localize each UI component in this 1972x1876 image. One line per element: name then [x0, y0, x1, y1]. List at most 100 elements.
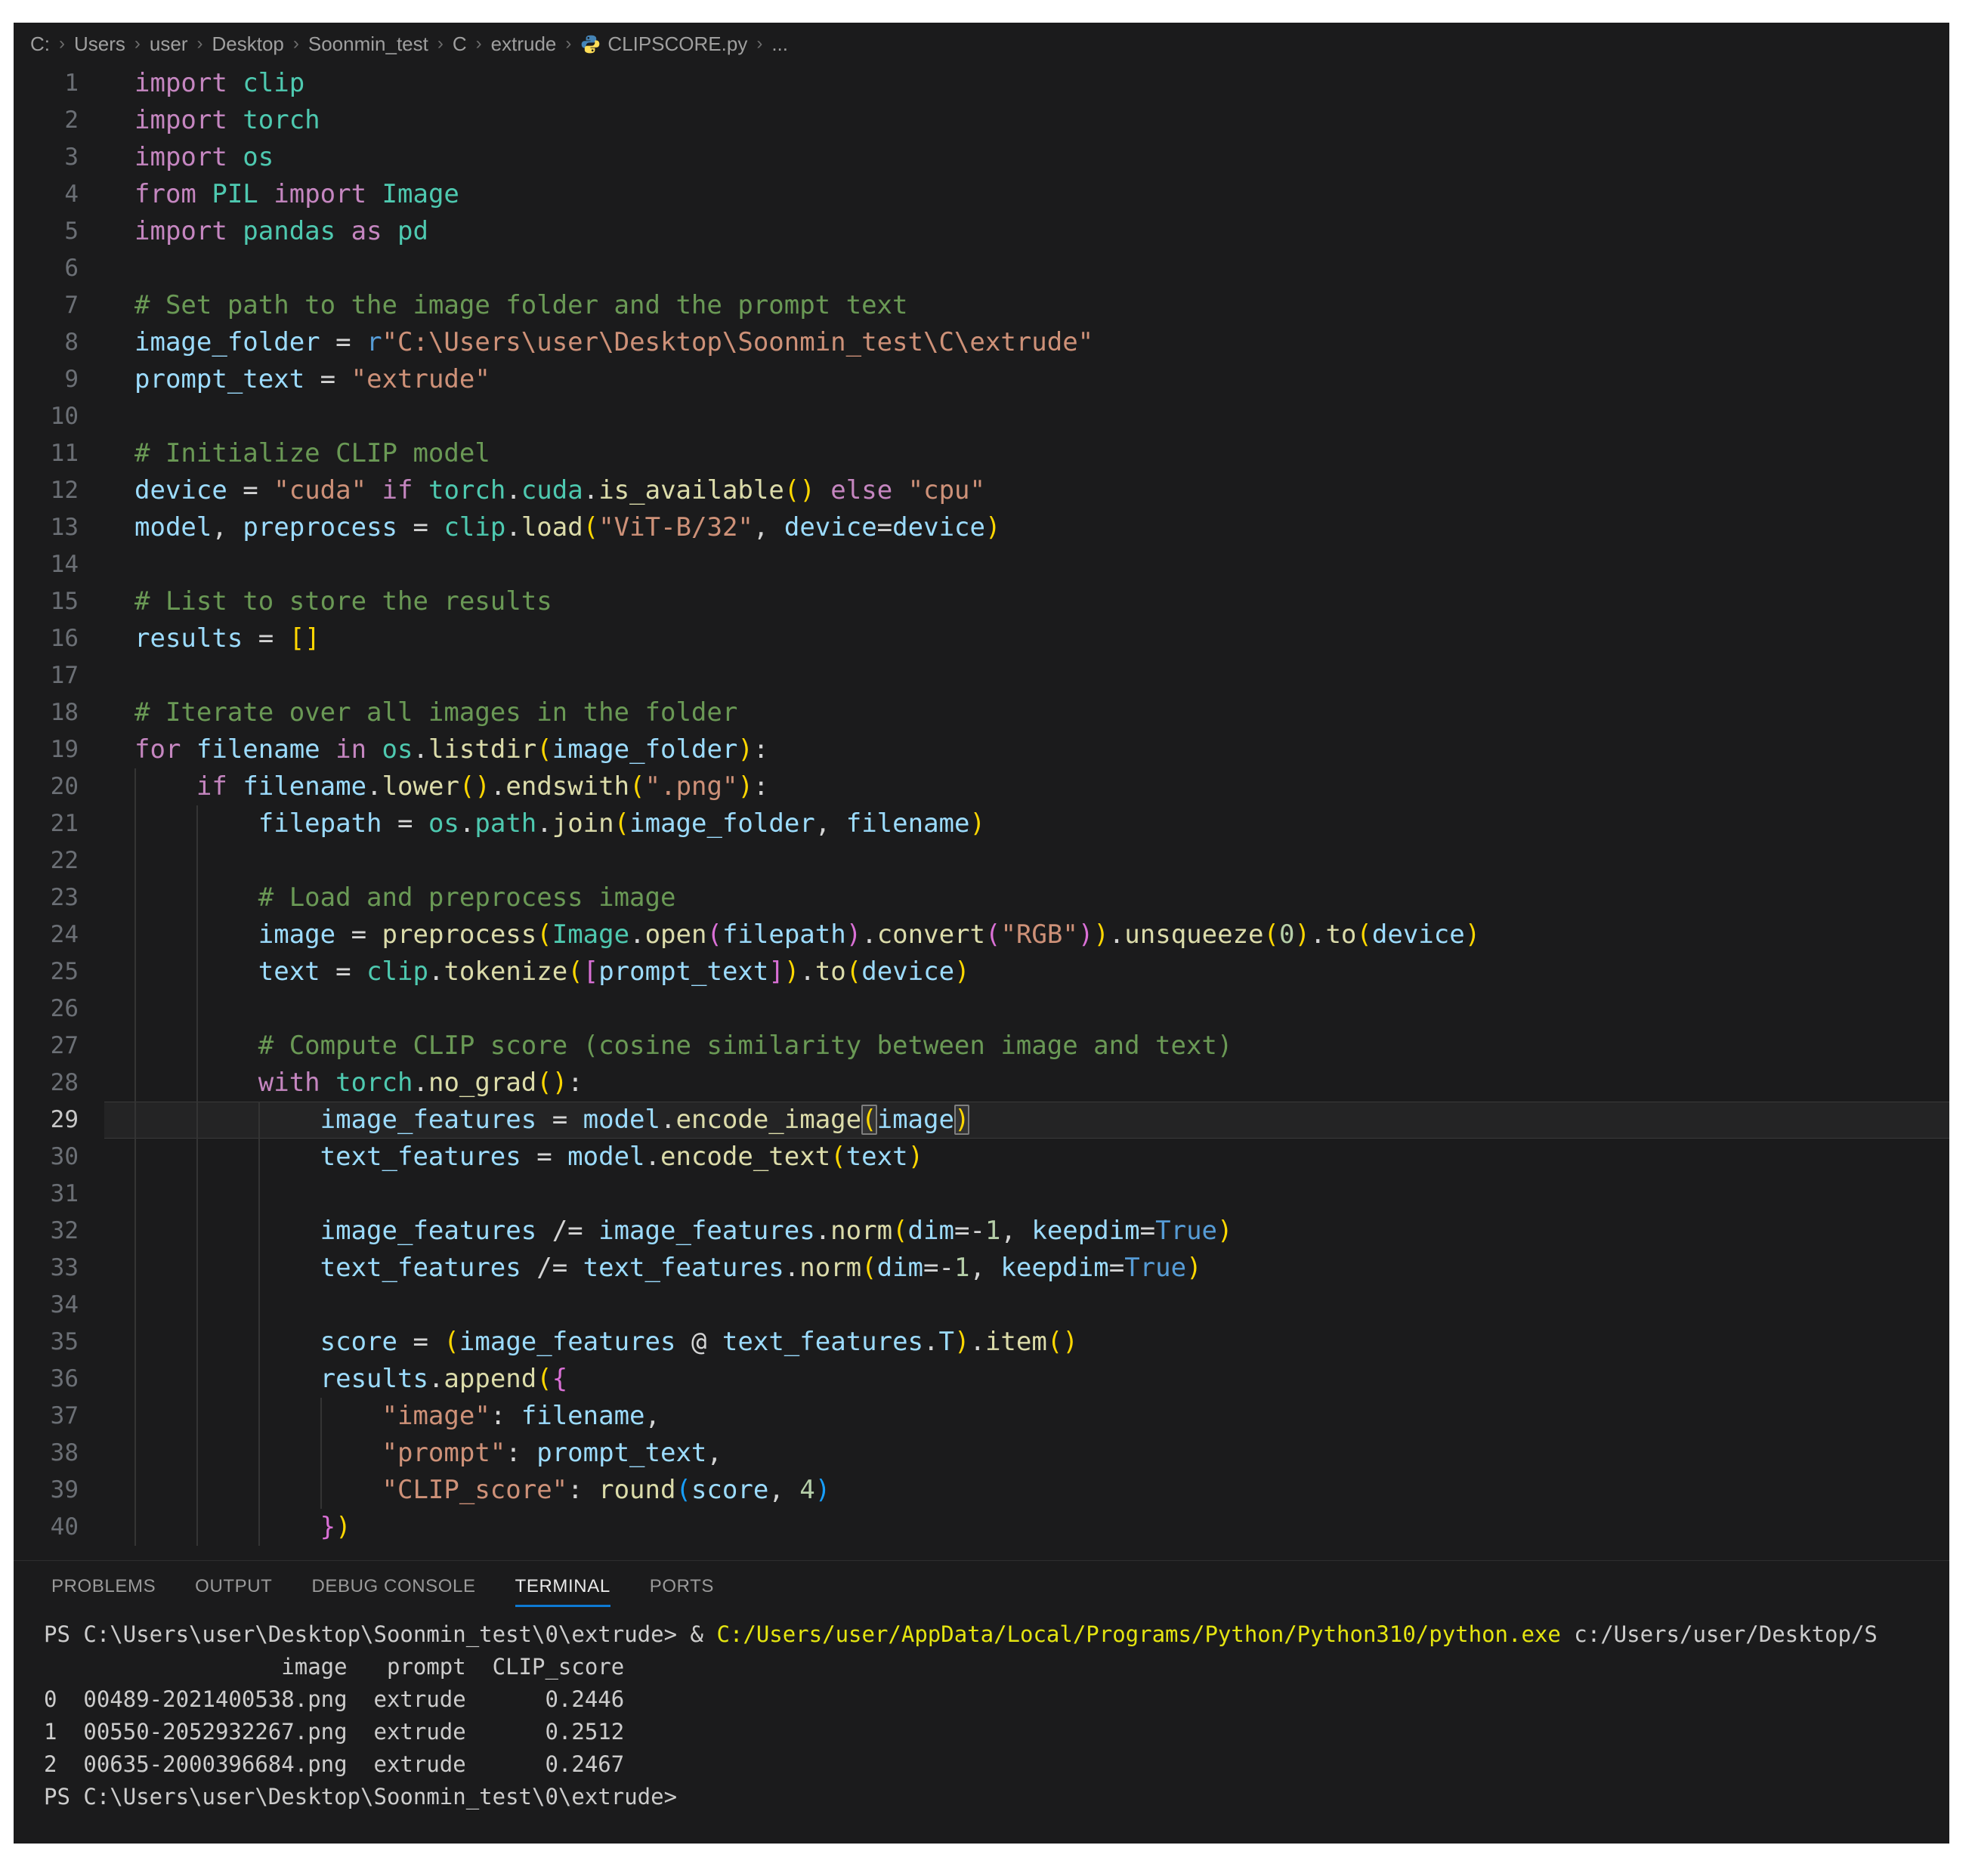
- line-number[interactable]: 16: [14, 620, 104, 657]
- line-number[interactable]: 28: [14, 1065, 104, 1102]
- line-number[interactable]: 34: [14, 1287, 104, 1324]
- code-line[interactable]: 10: [14, 398, 1949, 435]
- line-number[interactable]: 8: [14, 324, 104, 361]
- code-line[interactable]: 29 image_features = model.encode_image(i…: [14, 1102, 1949, 1139]
- line-number[interactable]: 22: [14, 842, 104, 879]
- panel-tab-ports[interactable]: PORTS: [650, 1576, 714, 1605]
- line-number[interactable]: 27: [14, 1028, 104, 1065]
- code-line[interactable]: 25 text = clip.tokenize([prompt_text]).t…: [14, 953, 1949, 991]
- panel-tab-terminal[interactable]: TERMINAL: [515, 1576, 610, 1607]
- line-number[interactable]: 24: [14, 916, 104, 953]
- breadcrumb-segment[interactable]: Desktop: [212, 32, 283, 56]
- code-line[interactable]: 5import pandas as pd: [14, 213, 1949, 250]
- code-line[interactable]: 21 filepath = os.path.join(image_folder,…: [14, 805, 1949, 842]
- code-line[interactable]: 32 image_features /= image_features.norm…: [14, 1213, 1949, 1250]
- code-line[interactable]: 1import clip: [14, 65, 1949, 102]
- code-line[interactable]: 39 "CLIP_score": round(score, 4): [14, 1472, 1949, 1509]
- line-number[interactable]: 11: [14, 435, 104, 472]
- code-line[interactable]: 12device = "cuda" if torch.cuda.is_avail…: [14, 472, 1949, 509]
- breadcrumb[interactable]: C:›Users›user›Desktop›Soonmin_test›C›ext…: [14, 23, 1949, 65]
- panel-tab-output[interactable]: OUTPUT: [195, 1576, 272, 1605]
- line-number[interactable]: 10: [14, 398, 104, 435]
- line-number[interactable]: 38: [14, 1435, 104, 1472]
- line-number[interactable]: 15: [14, 583, 104, 620]
- breadcrumb-symbol-path[interactable]: ...: [771, 32, 788, 56]
- panel-tab-problems[interactable]: PROBLEMS: [51, 1576, 156, 1605]
- code-line[interactable]: 15# List to store the results: [14, 583, 1949, 620]
- line-number[interactable]: 35: [14, 1324, 104, 1361]
- code-text: text_features = model.encode_text(text): [134, 1139, 923, 1176]
- code-line[interactable]: 11# Initialize CLIP model: [14, 435, 1949, 472]
- code-line[interactable]: 18# Iterate over all images in the folde…: [14, 694, 1949, 731]
- line-number[interactable]: 30: [14, 1139, 104, 1176]
- breadcrumb-segment[interactable]: user: [150, 32, 188, 56]
- code-editor[interactable]: 1import clip2import torch3import os4from…: [14, 65, 1949, 1546]
- line-number[interactable]: 23: [14, 879, 104, 916]
- line-number[interactable]: 13: [14, 509, 104, 546]
- line-number[interactable]: 29: [14, 1102, 104, 1139]
- breadcrumb-segment[interactable]: Soonmin_test: [308, 32, 428, 56]
- line-number[interactable]: 2: [14, 102, 104, 139]
- breadcrumb-segment[interactable]: extrude: [491, 32, 557, 56]
- code-line[interactable]: 23 # Load and preprocess image: [14, 879, 1949, 916]
- code-line[interactable]: 13model, preprocess = clip.load("ViT-B/3…: [14, 509, 1949, 546]
- code-line[interactable]: 6: [14, 250, 1949, 287]
- code-line[interactable]: 2import torch: [14, 102, 1949, 139]
- code-line[interactable]: 7# Set path to the image folder and the …: [14, 287, 1949, 324]
- code-line[interactable]: 30 text_features = model.encode_text(tex…: [14, 1139, 1949, 1176]
- code-line[interactable]: 16results = []: [14, 620, 1949, 657]
- code-line[interactable]: 38 "prompt": prompt_text,: [14, 1435, 1949, 1472]
- code-line[interactable]: 19for filename in os.listdir(image_folde…: [14, 731, 1949, 768]
- code-token: if: [196, 771, 243, 802]
- code-line[interactable]: 14: [14, 546, 1949, 583]
- code-line[interactable]: 40 }): [14, 1509, 1949, 1546]
- code-line[interactable]: 20 if filename.lower().endswith(".png"):: [14, 768, 1949, 805]
- line-number[interactable]: 36: [14, 1361, 104, 1398]
- code-line[interactable]: 28 with torch.no_grad():: [14, 1065, 1949, 1102]
- code-token: 1: [985, 1216, 1000, 1246]
- panel-tab-debug-console[interactable]: DEBUG CONSOLE: [311, 1576, 475, 1605]
- line-number[interactable]: 31: [14, 1176, 104, 1213]
- line-number[interactable]: 4: [14, 176, 104, 213]
- line-number[interactable]: 32: [14, 1213, 104, 1250]
- line-number[interactable]: 21: [14, 805, 104, 842]
- code-line[interactable]: 36 results.append({: [14, 1361, 1949, 1398]
- code-line[interactable]: 3import os: [14, 139, 1949, 176]
- line-number[interactable]: 7: [14, 287, 104, 324]
- line-number[interactable]: 17: [14, 657, 104, 694]
- code-line[interactable]: 17: [14, 657, 1949, 694]
- line-number[interactable]: 18: [14, 694, 104, 731]
- line-number[interactable]: 33: [14, 1250, 104, 1287]
- line-number[interactable]: 40: [14, 1509, 104, 1546]
- line-number[interactable]: 20: [14, 768, 104, 805]
- line-number[interactable]: 25: [14, 953, 104, 991]
- line-number[interactable]: 6: [14, 250, 104, 287]
- line-number[interactable]: 12: [14, 472, 104, 509]
- code-line[interactable]: 27 # Compute CLIP score (cosine similari…: [14, 1028, 1949, 1065]
- code-line[interactable]: 31: [14, 1176, 1949, 1213]
- line-number[interactable]: 37: [14, 1398, 104, 1435]
- code-line[interactable]: 26: [14, 991, 1949, 1028]
- code-line[interactable]: 35 score = (image_features @ text_featur…: [14, 1324, 1949, 1361]
- code-line[interactable]: 37 "image": filename,: [14, 1398, 1949, 1435]
- line-number[interactable]: 9: [14, 361, 104, 398]
- terminal[interactable]: PS C:\Users\user\Desktop\Soonmin_test\0\…: [14, 1608, 1949, 1813]
- line-number[interactable]: 39: [14, 1472, 104, 1509]
- code-line[interactable]: 4from PIL import Image: [14, 176, 1949, 213]
- code-line[interactable]: 34: [14, 1287, 1949, 1324]
- line-number[interactable]: 3: [14, 139, 104, 176]
- line-number[interactable]: 5: [14, 213, 104, 250]
- line-number[interactable]: 1: [14, 65, 104, 102]
- breadcrumb-segment[interactable]: Users: [74, 32, 125, 56]
- code-line[interactable]: 8image_folder = r"C:\Users\user\Desktop\…: [14, 324, 1949, 361]
- breadcrumb-segment[interactable]: C: [453, 32, 467, 56]
- code-line[interactable]: 22: [14, 842, 1949, 879]
- breadcrumb-segment[interactable]: C:: [30, 32, 50, 56]
- line-number[interactable]: 14: [14, 546, 104, 583]
- breadcrumb-filename[interactable]: CLIPSCORE.py: [607, 32, 747, 56]
- code-line[interactable]: 24 image = preprocess(Image.open(filepat…: [14, 916, 1949, 953]
- code-line[interactable]: 9prompt_text = "extrude": [14, 361, 1949, 398]
- line-number[interactable]: 26: [14, 991, 104, 1028]
- line-number[interactable]: 19: [14, 731, 104, 768]
- code-line[interactable]: 33 text_features /= text_features.norm(d…: [14, 1250, 1949, 1287]
